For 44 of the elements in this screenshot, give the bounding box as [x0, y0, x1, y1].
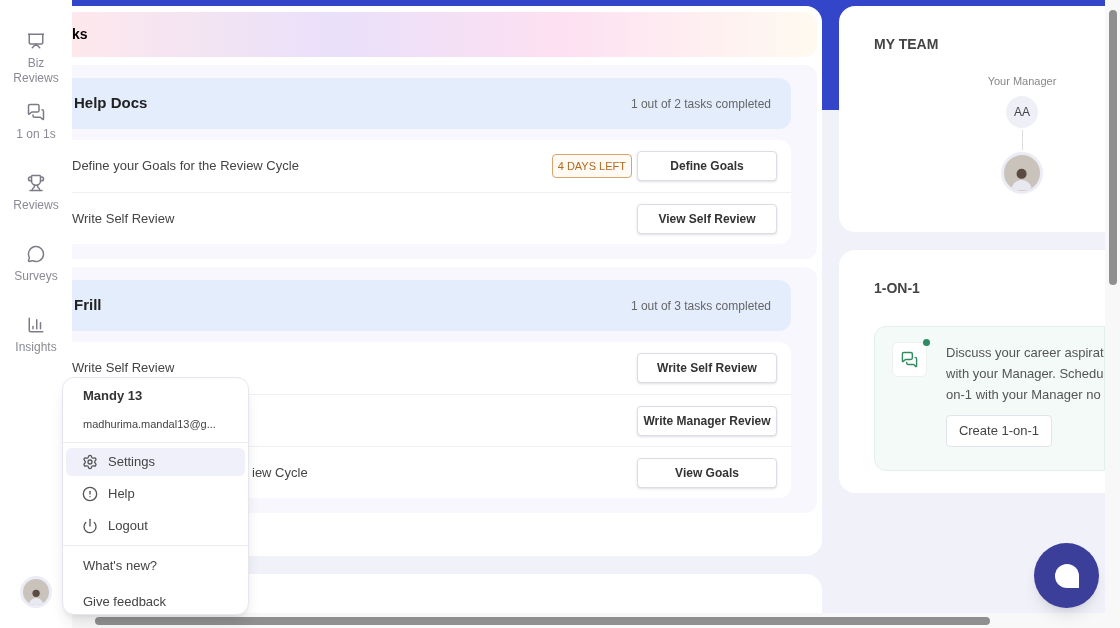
- menu-link[interactable]: What's new?: [83, 556, 228, 576]
- days-left-badge: 4 DAYS LEFT: [551, 153, 632, 179]
- task-label: Define your Goals for the Review Cycle: [72, 157, 299, 176]
- task-label: iew Cycle: [252, 463, 308, 482]
- manager-initials: AA: [1006, 95, 1038, 128]
- menu-link[interactable]: Give feedback: [83, 591, 228, 611]
- task-button[interactable]: View Goals: [637, 457, 777, 488]
- task-button[interactable]: Define Goals: [637, 151, 777, 181]
- team-member-avatar: [1001, 151, 1043, 194]
- group-title: Help Docs: [73, 93, 148, 114]
- completed-count-text: 1 out of 3 tasks completed: [630, 297, 771, 315]
- sidebar-item[interactable]: Insights: [1, 316, 71, 387]
- group-title: Frill: [73, 295, 102, 316]
- description-line: on-1 with your Manager no: [946, 386, 1102, 404]
- chat-icon: [901, 351, 918, 368]
- task-label: Write Self Review: [72, 209, 175, 228]
- user-email: madhurima.mandal13@g...: [83, 416, 217, 432]
- sidebar-item[interactable]: Reviews: [1, 174, 71, 245]
- task-button[interactable]: View Self Review: [637, 203, 777, 234]
- help-icon: [82, 486, 98, 502]
- create-one-on-one-button[interactable]: Create 1-on-1: [946, 415, 1052, 447]
- task-button[interactable]: Write Self Review: [637, 353, 777, 383]
- user-avatar: [20, 576, 52, 608]
- chart-icon: [27, 316, 45, 334]
- manager-label: Your Manager: [987, 74, 1057, 89]
- banner-title: ks: [72, 25, 88, 44]
- sidebar-item[interactable]: Surveys: [1, 245, 71, 316]
- chat-icon: [27, 103, 45, 121]
- card-title: 1-ON-1: [874, 279, 921, 298]
- power-icon: [82, 518, 98, 534]
- trophy-icon: [27, 174, 45, 192]
- task-label: Write Self Review: [72, 359, 175, 378]
- bubble-icon: [27, 245, 45, 263]
- settings-icon: [82, 454, 98, 470]
- sidebar-item[interactable]: Biz Reviews: [1, 32, 71, 103]
- presentation-icon: [27, 32, 45, 50]
- description-line: Discuss your career aspirat: [946, 344, 1104, 362]
- chat-bubble-icon: [1053, 562, 1080, 589]
- user-name: Mandy 13: [83, 387, 144, 405]
- menu-item[interactable]: Settings: [66, 448, 245, 476]
- card-title: MY TEAM: [874, 35, 940, 54]
- completed-count-text: 1 out of 2 tasks completed: [630, 95, 771, 113]
- description-line: with your Manager. Schedu: [946, 365, 1104, 383]
- task-button[interactable]: Write Manager Review: [637, 405, 777, 436]
